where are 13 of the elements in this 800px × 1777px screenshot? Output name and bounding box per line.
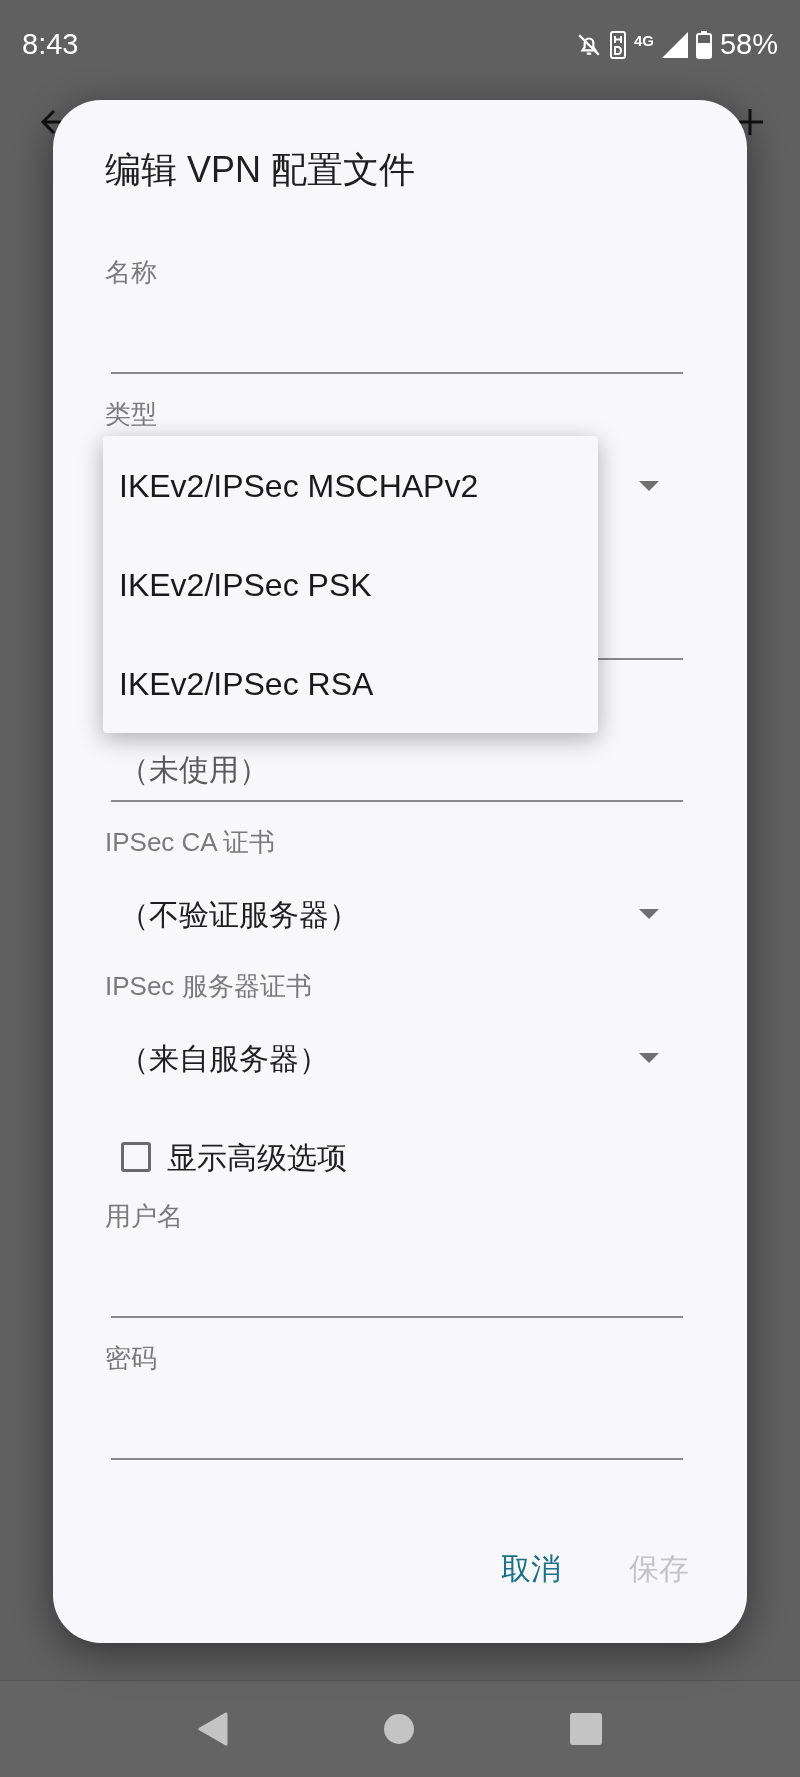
dropdown-value: （来自服务器） (119, 1040, 329, 1077)
checkbox-label: 显示高级选项 (167, 1139, 347, 1176)
field-label: 类型 (105, 398, 157, 430)
battery-percentage: 58% (719, 27, 778, 63)
network-type: 4G (633, 32, 654, 48)
dropdown-value: （不验证服务器） (119, 896, 359, 933)
field-label: IPSec CA 证书 (105, 826, 276, 858)
clock: 8:43 (22, 27, 79, 63)
field-label: 名称 (105, 256, 157, 288)
dialog-title: 编辑 VPN 配置文件 (105, 148, 417, 192)
field-label: IPSec 服务器证书 (105, 970, 312, 1002)
field-label: 用户名 (105, 1200, 183, 1232)
field-label: 密码 (105, 1342, 157, 1374)
